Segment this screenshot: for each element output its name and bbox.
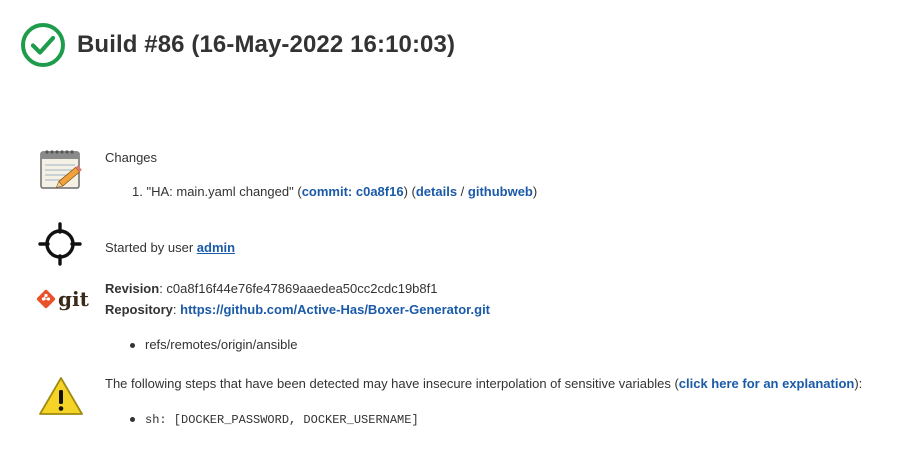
warning-line: The following steps that have been detec… <box>105 376 862 391</box>
repository-label: Repository <box>105 302 173 317</box>
warning-icon <box>39 377 83 415</box>
warning-text: The following steps that have been detec… <box>105 376 679 391</box>
user-admin-link[interactable]: admin <box>197 240 235 255</box>
revision-value: : c0a8f16f44e76fe47869aaedea50cc2cdc19b8… <box>159 281 438 296</box>
commit-link[interactable]: commit: c0a8f16 <box>302 184 404 199</box>
step-text: sh: [DOCKER_PASSWORD, DOCKER_USERNAME] <box>145 413 419 427</box>
branch-list-item: refs/remotes/origin/ansible <box>130 337 297 352</box>
git-logo: git <box>36 289 89 309</box>
revision-label: Revision <box>105 281 160 296</box>
git-logo-text: git <box>58 287 89 311</box>
revision-line: Revision: c0a8f16f44e76fe47869aaedea50cc… <box>105 281 438 296</box>
changes-heading: Changes <box>105 150 158 165</box>
repository-link[interactable]: https://github.com/Active-Has/Boxer-Gene… <box>180 302 490 317</box>
change-slash: / <box>457 184 468 199</box>
change-paren-close: ) <box>532 184 538 199</box>
bullet <box>130 417 135 423</box>
change-paren-mid: ) ( <box>403 184 416 199</box>
page-title: Build #86 (16-May-2022 16:10:03) <box>77 31 456 58</box>
change-message: "HA: main.yaml changed" <box>146 184 294 199</box>
warning-suffix: ): <box>854 376 863 391</box>
step-list-item: sh: [DOCKER_PASSWORD, DOCKER_USERNAME] <box>130 411 419 427</box>
details-link[interactable]: details <box>416 184 457 199</box>
git-diamond-icon <box>36 289 56 309</box>
notepad-icon <box>40 150 82 189</box>
bullet <box>130 343 135 349</box>
githubweb-link[interactable]: githubweb <box>468 184 533 199</box>
build-header: Build #86 (16-May-2022 16:10:03) <box>20 22 455 68</box>
cause-line: Started by user admin <box>105 240 235 255</box>
cause-text: Started by user <box>105 240 197 255</box>
success-check-icon <box>21 23 65 67</box>
change-list-item: 1. "HA: main.yaml changed" (commit: c0a8… <box>132 184 537 199</box>
repository-line: Repository: https://github.com/Active-Ha… <box>105 302 490 317</box>
crosshair-icon <box>38 222 82 266</box>
change-index: 1. <box>132 184 143 199</box>
branch-name: refs/remotes/origin/ansible <box>145 337 298 352</box>
explanation-link[interactable]: click here for an explanation <box>679 376 855 391</box>
